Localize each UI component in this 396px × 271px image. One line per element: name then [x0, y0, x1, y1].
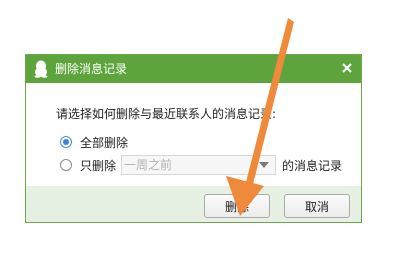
option-delete-all-label: 全部删除 — [80, 136, 129, 150]
radio-delete-all[interactable] — [60, 136, 72, 148]
delete-button[interactable]: 删除 — [204, 194, 270, 218]
screenshot-stage: 删除消息记录 请选择如何删除与最近联系人的消息记录: 全部删除 只删除 一周之前… — [0, 0, 396, 271]
option-delete-only-label: 只删除 — [80, 159, 117, 173]
range-suffix-label: 的消息记录 — [282, 159, 343, 173]
dialog-titlebar: 删除消息记录 — [26, 55, 361, 83]
delete-prompt: 请选择如何删除与最近联系人的消息记录: — [56, 107, 277, 121]
cancel-button[interactable]: 取消 — [284, 194, 350, 218]
time-range-value: 一周之前 — [124, 158, 173, 172]
dialog-title: 删除消息记录 — [55, 62, 128, 76]
close-icon[interactable] — [339, 60, 355, 76]
qq-penguin-icon — [34, 60, 48, 78]
delete-history-dialog: 删除消息记录 请选择如何删除与最近联系人的消息记录: 全部删除 只删除 一周之前… — [25, 54, 362, 223]
chevron-down-icon — [259, 162, 269, 168]
radio-delete-only[interactable] — [60, 159, 72, 171]
time-range-select[interactable]: 一周之前 — [121, 155, 276, 175]
